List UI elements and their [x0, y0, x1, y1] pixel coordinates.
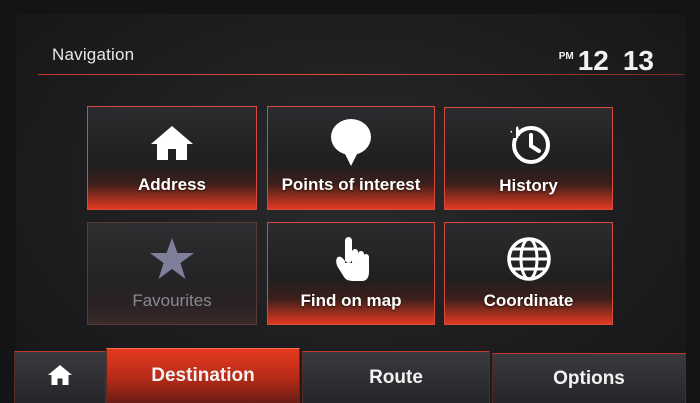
clock-hour: 12	[577, 45, 609, 76]
clock-minute: 13	[622, 45, 654, 76]
bottom-tab-bar: Destination Route Options	[14, 348, 686, 403]
favourites-label: Favourites	[132, 291, 212, 310]
map-pin-icon	[329, 119, 373, 167]
clock-ampm: PM	[558, 51, 574, 62]
address-label: Address	[137, 175, 207, 194]
favourites-button[interactable]: Favourites	[87, 222, 257, 325]
coordinate-button[interactable]: Coordinate	[444, 222, 613, 325]
tab-route[interactable]: Route	[302, 351, 490, 403]
address-button[interactable]: Address	[87, 106, 257, 210]
clock: PM 12 13	[559, 47, 654, 75]
header-divider	[38, 74, 684, 75]
tab-route-label: Route	[369, 366, 423, 388]
tab-options[interactable]: Options	[492, 353, 686, 403]
points-of-interest-button[interactable]: Points of interest	[267, 106, 435, 210]
find-on-map-label: Find on map	[300, 291, 402, 310]
star-icon	[148, 235, 196, 283]
tab-destination[interactable]: Destination	[106, 348, 300, 403]
coordinate-label: Coordinate	[483, 291, 574, 310]
history-button[interactable]: History	[444, 107, 613, 210]
hand-pointer-icon	[330, 235, 372, 283]
find-on-map-button[interactable]: Find on map	[267, 222, 435, 325]
tab-options-label: Options	[553, 367, 625, 389]
home-icon	[47, 364, 73, 392]
points-of-interest-label: Points of interest	[281, 175, 421, 194]
history-icon	[506, 120, 552, 168]
page-title: Navigation	[52, 45, 135, 64]
history-label: History	[499, 176, 558, 195]
home-icon	[149, 119, 195, 167]
tab-home[interactable]	[14, 351, 106, 403]
globe-icon	[506, 235, 552, 283]
tab-destination-label: Destination	[151, 365, 255, 386]
